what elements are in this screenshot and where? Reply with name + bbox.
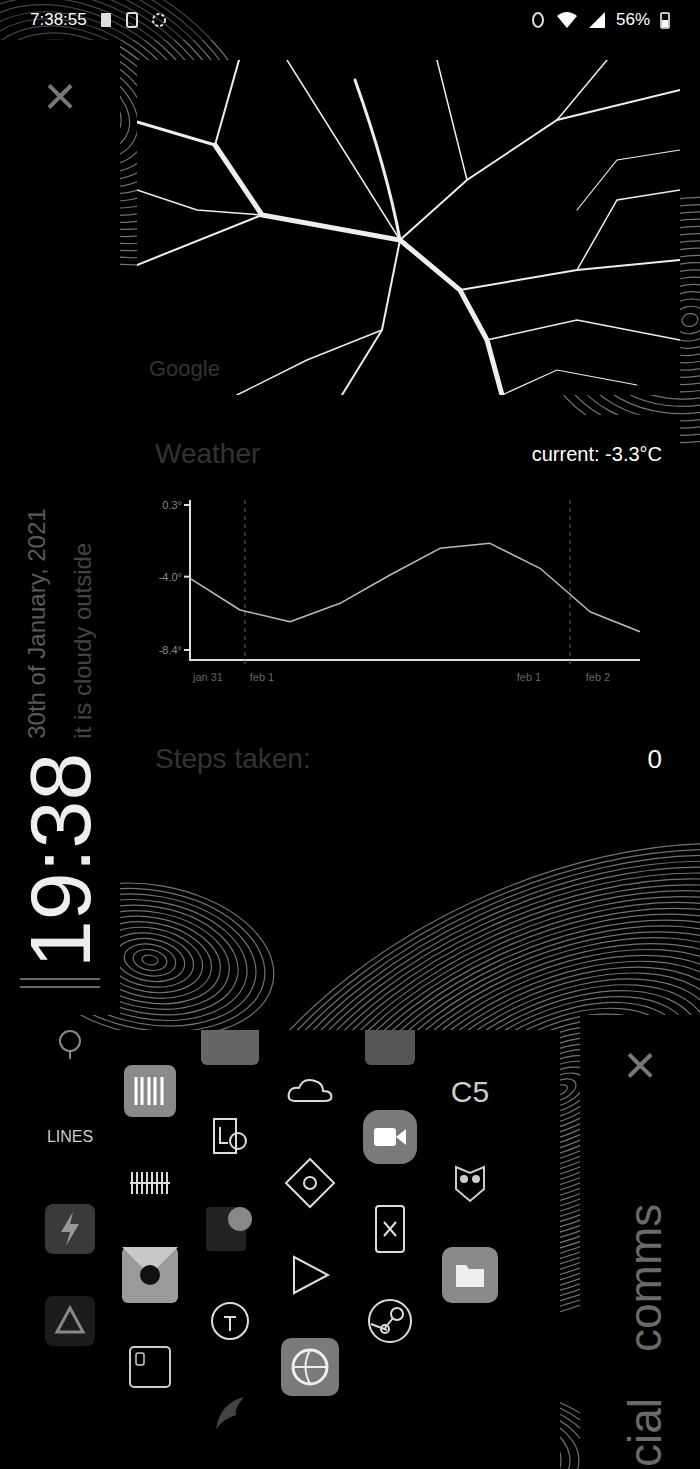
triangle-icon[interactable] [30,1298,110,1344]
chart-axes [190,500,640,660]
app-icon[interactable] [350,1030,430,1068]
x-label: jan 31 [192,671,223,683]
x-label: feb 1 [250,671,274,683]
lines-app[interactable]: LINES [30,1114,110,1160]
square-app-icon[interactable] [110,1344,190,1390]
wing-icon[interactable] [190,1390,270,1436]
map-roads [137,60,680,395]
wallpaper-swirl [141,954,158,966]
day-divider [245,500,246,666]
wallpaper-swirl [131,947,168,973]
diamond-icon[interactable] [270,1160,350,1206]
steps-label: Steps taken: [155,738,311,780]
y-tick [184,504,190,506]
sim-icon [99,12,113,28]
right-panel: × cial comms [580,1015,700,1469]
phone-app-icon[interactable] [350,1206,430,1252]
app-icon[interactable] [190,1030,270,1068]
circle-app-icon[interactable] [190,1298,270,1344]
wallpaper-swirl [122,940,179,980]
phone-icon [125,12,139,28]
close-button[interactable]: × [44,40,77,124]
weather-widget[interactable]: Weather current: -3.3°C 0.3° -4.0° -8.4° ja… [137,415,680,700]
condition-label: it is cloudy outside [68,508,98,738]
wifi-icon [556,11,578,29]
y-tick-label: -8.4° [159,644,182,656]
c5-app[interactable]: C5 [430,1068,510,1114]
temperature-line [190,543,640,631]
y-tick-label: 0.3° [162,499,182,511]
weather-title: Weather [155,433,260,475]
home-screen: 7:38:55 56% × [0,0,700,1469]
clock-bars [20,978,100,988]
y-tick [184,649,190,651]
barcode-app-icon[interactable] [110,1068,190,1114]
lightning-icon[interactable] [30,1206,110,1252]
map-attribution: Google [149,352,220,385]
barcode-icon[interactable] [110,1160,190,1206]
day-divider [570,500,571,666]
cloud-icon[interactable] [270,1068,350,1114]
play-icon[interactable] [270,1252,350,1298]
weather-current: current: -3.3°C [532,439,662,469]
steam-icon[interactable] [350,1298,430,1344]
battery-level: 56% [616,7,650,33]
battery-icon [660,11,670,29]
left-panel: × 19:38 30th of January, 2021 it is clou… [0,40,120,1015]
steps-value: 0 [648,740,662,779]
clock[interactable]: 19:38 [17,753,103,968]
status-bar: 7:38:55 56% [0,0,700,40]
x-label: feb 2 [586,671,610,683]
steps-widget[interactable]: Steps taken: 0 [137,720,680,798]
vibrate-icon [530,11,546,29]
wallpaper-swirl [681,312,699,327]
app-drawer[interactable]: C5 LINES [20,1030,560,1469]
date-label: 30th of January, 2021 [22,508,52,738]
globe-app-icon[interactable] [270,1344,350,1390]
disc-app-icon[interactable] [190,1206,270,1252]
map-widget[interactable]: Google [137,60,680,395]
y-tick-label: -4.0° [159,571,182,583]
close-button[interactable]: × [624,1015,657,1093]
section-tab[interactable]: cial [622,1398,668,1467]
video-camera-icon[interactable] [350,1114,430,1160]
bulb-icon[interactable] [30,1030,110,1068]
section-tab[interactable]: comms [622,1204,668,1352]
status-time: 7:38:55 [30,7,87,33]
gear-icon [151,12,167,28]
folder-icon[interactable] [430,1252,510,1298]
signal-icon [588,11,606,29]
x-label: feb 1 [517,671,541,683]
weather-chart: 0.3° -4.0° -8.4° jan 31 feb 1 feb 1 feb 2 [137,485,680,700]
camera-app-icon[interactable] [110,1252,190,1298]
document-icon[interactable] [190,1114,270,1160]
owl-icon[interactable] [430,1160,510,1206]
y-tick [184,576,190,578]
